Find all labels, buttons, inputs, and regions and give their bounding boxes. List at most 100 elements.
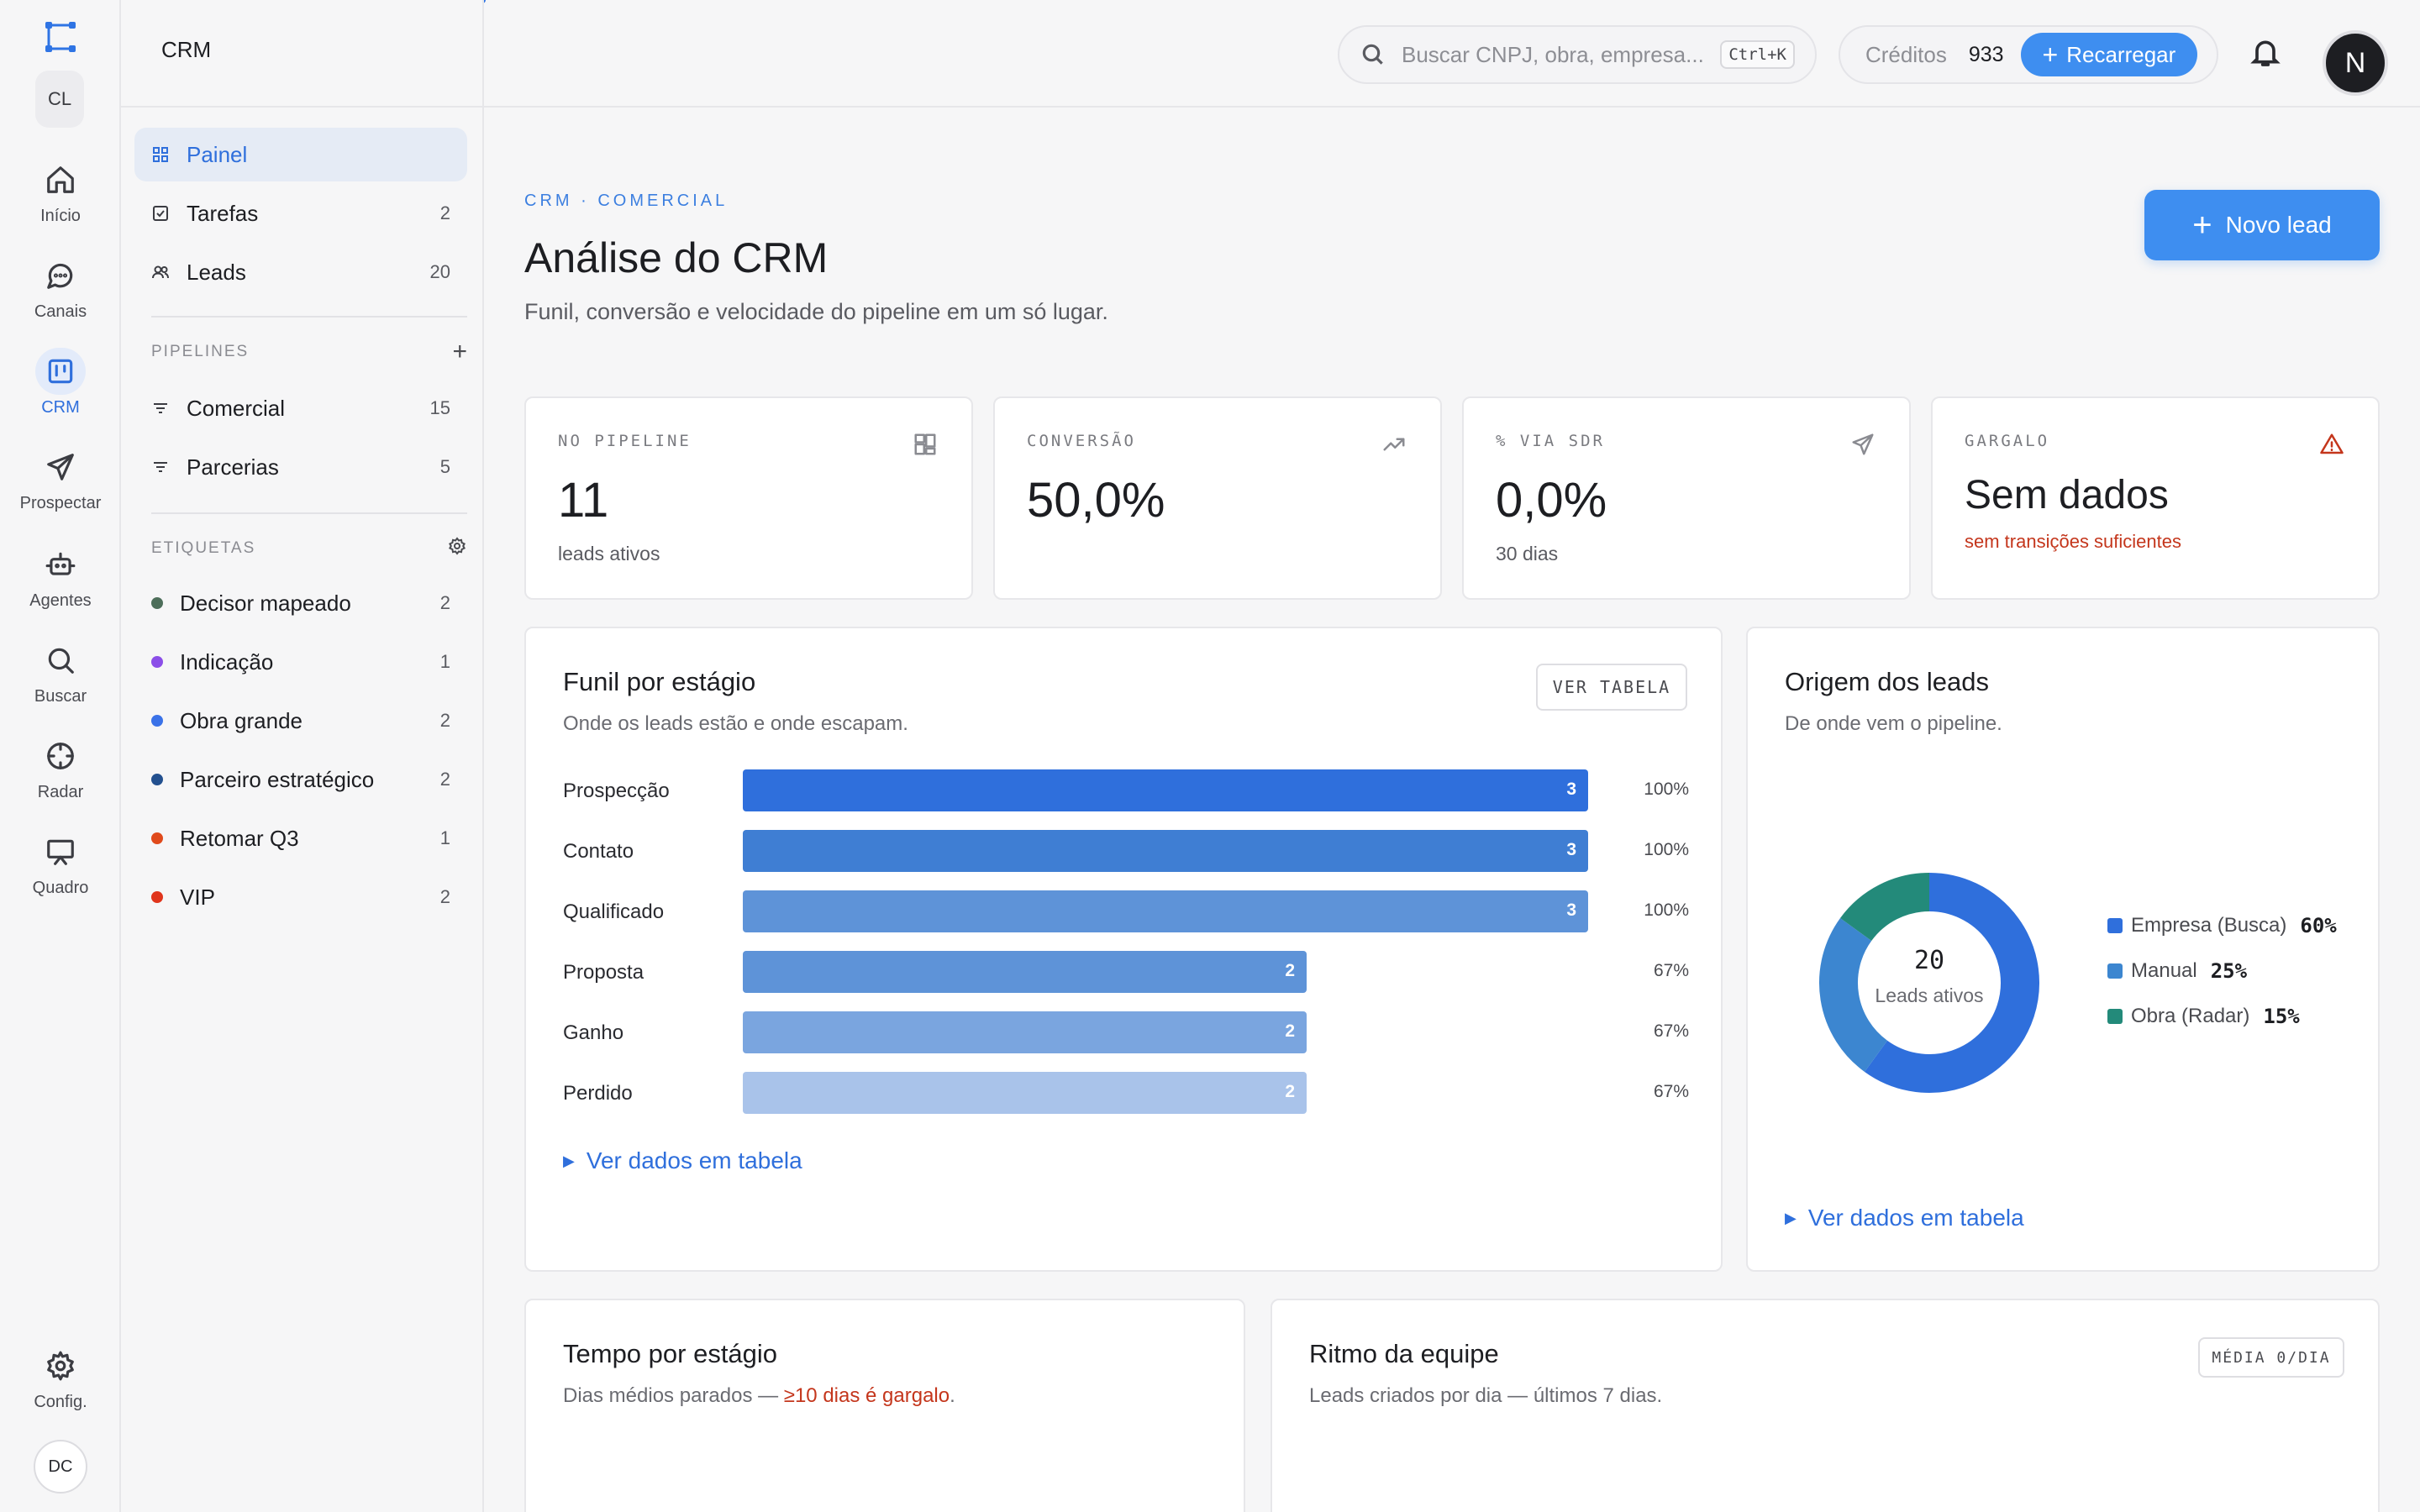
kpi-card-conversion: CONVERSÃO 50,0% <box>993 396 1442 600</box>
funnel-percent: 67% <box>1653 1082 1689 1101</box>
send-icon <box>1850 432 1876 457</box>
card-subtitle: Dias médios parados — ≥10 dias é gargalo… <box>563 1384 955 1408</box>
new-lead-button[interactable]: + Novo lead <box>2144 190 2380 260</box>
rail-label: Buscar <box>34 687 87 706</box>
funnel-bar[interactable]: 2 <box>743 951 1307 993</box>
legend-swatch <box>2107 918 2123 933</box>
kpi-value: 11 <box>558 473 609 528</box>
page-title: Análise do CRM <box>524 234 829 281</box>
sidebar-tag-item[interactable]: Indicação 1 <box>134 635 467 689</box>
funnel-percent: 100% <box>1644 780 1689 799</box>
sidebar-item-label: Leads <box>187 259 246 285</box>
origin-card: Origem dos leads De onde vem o pipeline.… <box>1746 627 2380 1272</box>
account-avatar[interactable]: N <box>2323 30 2388 96</box>
pipelines-header: PIPELINES + <box>151 339 467 365</box>
kpi-card-bottleneck: GARGALO Sem dados sem transições suficie… <box>1931 396 2380 600</box>
sidebar-item-pipeline-parcerias[interactable]: Parcerias 5 <box>134 440 467 494</box>
rail-item-prospectar[interactable]: Prospectar <box>0 444 121 528</box>
sidebar-item-count: 5 <box>439 456 450 477</box>
crosshair-icon <box>35 732 86 780</box>
legend-percent: 60% <box>2300 914 2337 937</box>
funnel-bar[interactable]: 3 <box>743 890 1588 932</box>
sidebar-tag-item[interactable]: Retomar Q3 1 <box>134 811 467 865</box>
funnel-bar-value: 2 <box>1285 1082 1295 1101</box>
legend-percent: 15% <box>2263 1005 2300 1028</box>
donut-hole <box>1860 913 1999 1053</box>
tag-color-dot <box>151 715 163 727</box>
legend-label: Empresa (Busca) <box>2131 914 2287 937</box>
rail-label: Config. <box>34 1393 87 1411</box>
time-per-stage-card: Tempo por estágio Dias médios parados — … <box>524 1299 1245 1512</box>
funnel-track: 3 <box>743 830 1588 872</box>
new-lead-label: Novo lead <box>2225 212 2332 238</box>
add-pipeline-button[interactable]: + <box>452 339 467 365</box>
recharge-button[interactable]: + Recarregar <box>2020 33 2198 76</box>
tag-color-dot <box>151 891 163 903</box>
card-title: Funil por estágio <box>563 667 756 696</box>
rail-item-buscar[interactable]: Buscar <box>0 637 121 721</box>
donut-center-value: 20 <box>1913 946 1945 975</box>
sidebar-tag-item[interactable]: VIP 2 <box>134 870 467 924</box>
search-input[interactable]: Buscar CNPJ, obra, empresa... <box>1402 42 1720 68</box>
sidebar-item-label: Tarefas <box>187 200 259 226</box>
tag-settings-button[interactable] <box>447 536 467 561</box>
funnel-bar[interactable]: 3 <box>743 830 1588 872</box>
funnel-row: Perdido 2 67% <box>563 1072 1689 1114</box>
sidebar-tag-item[interactable]: Obra grande 2 <box>134 694 467 748</box>
subtitle-end: . <box>950 1384 955 1407</box>
rail-item-quadro[interactable]: Quadro <box>0 828 121 912</box>
rail-item-agentes[interactable]: Agentes <box>0 541 121 625</box>
legend-item: Manual 25% <box>2107 959 2247 983</box>
funnel-bar[interactable]: 2 <box>743 1011 1307 1053</box>
funnel-bar[interactable]: 2 <box>743 1072 1307 1114</box>
funnel-card: Funil por estágio Onde os leads estão e … <box>524 627 1723 1272</box>
funnel-stage-label: Prospecção <box>563 780 670 802</box>
funnel-percent: 67% <box>1653 961 1689 980</box>
sidebar-tag-item[interactable]: Parceiro estratégico 2 <box>134 753 467 806</box>
tag-label: Obra grande <box>180 707 302 733</box>
rail-item-crm[interactable]: CRM <box>0 348 121 432</box>
funnel-stage-label: Perdido <box>563 1082 633 1105</box>
toggle-label: Ver dados em tabela <box>586 1147 802 1173</box>
card-title: Ritmo da equipe <box>1309 1339 1499 1368</box>
sidebar-item-leads[interactable]: Leads 20 <box>134 245 467 299</box>
funnel-track: 2 <box>743 951 1588 993</box>
notifications-button[interactable] <box>2249 35 2287 74</box>
kanban-icon <box>35 348 86 395</box>
funnel-bar[interactable]: 3 <box>743 769 1588 811</box>
workspace-switcher[interactable]: CL <box>35 71 84 128</box>
sidebar-item-tarefas[interactable]: Tarefas 2 <box>134 186 467 240</box>
credits-label: Créditos <box>1865 41 1947 67</box>
funnel-row: Contato 3 100% <box>563 830 1689 872</box>
sidebar-item-painel[interactable]: Painel <box>134 128 467 181</box>
funnel-percent: 100% <box>1644 840 1689 859</box>
sidebar-tag-item[interactable]: Decisor mapeado 2 <box>134 576 467 630</box>
tags-header: ETIQUETAS <box>151 536 467 561</box>
tag-color-dot <box>151 656 163 668</box>
plus-icon: + <box>2192 207 2212 244</box>
funnel-table-toggle[interactable]: ▶ Ver dados em tabela <box>563 1147 802 1174</box>
sidebar-item-label: Parcerias <box>187 454 279 480</box>
robot-icon <box>35 541 86 588</box>
rail-item-config[interactable]: Config. <box>0 1342 121 1426</box>
funnel-bar-value: 3 <box>1566 780 1576 799</box>
presentation-icon <box>35 828 86 875</box>
legend-swatch <box>2107 1009 2123 1024</box>
page-subtitle: Funil, conversão e velocidade do pipelin… <box>524 299 1108 324</box>
sidebar-item-pipeline-comercial[interactable]: Comercial 15 <box>134 381 467 435</box>
kpi-label: CONVERSÃO <box>1027 432 1136 450</box>
view-table-button[interactable]: VER TABELA <box>1536 664 1687 711</box>
origin-table-toggle[interactable]: ▶ Ver dados em tabela <box>1785 1205 2024 1231</box>
card-title: Origem dos leads <box>1785 667 1989 696</box>
rail-label: Agentes <box>29 591 92 610</box>
card-subtitle: De onde vem o pipeline. <box>1785 712 2002 735</box>
divider <box>151 316 467 318</box>
crm-sidebar: CRM Painel Tarefas 2 Leads 20 PIPELINES … <box>121 0 484 1512</box>
rail-item-canais[interactable]: Canais <box>0 252 121 336</box>
app-logo-icon[interactable] <box>42 18 79 55</box>
global-search[interactable]: Buscar CNPJ, obra, empresa... Ctrl+K <box>1338 25 1817 84</box>
avatar[interactable]: DC <box>34 1440 87 1494</box>
funnel-bar-value: 3 <box>1566 840 1576 859</box>
rail-item-inicio[interactable]: Início <box>0 156 121 240</box>
rail-item-radar[interactable]: Radar <box>0 732 121 816</box>
